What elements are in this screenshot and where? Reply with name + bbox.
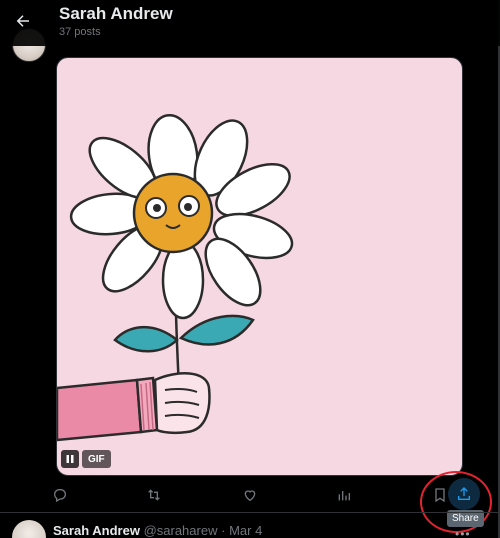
repost-button[interactable] — [143, 484, 165, 506]
repost-icon — [148, 489, 160, 501]
profile-name: Sarah Andrew — [59, 4, 173, 23]
views-button[interactable] — [333, 484, 355, 506]
reply-button[interactable] — [49, 484, 71, 506]
back-button[interactable] — [8, 6, 38, 36]
post-date[interactable]: Mar 4 — [229, 523, 262, 538]
pause-button[interactable] — [61, 450, 79, 468]
post-divider — [0, 512, 498, 513]
daisy-illustration — [57, 113, 294, 442]
like-button[interactable] — [239, 484, 261, 506]
author-name[interactable]: Sarah Andrew — [53, 523, 140, 538]
next-post-header: Sarah Andrew @saraharew · Mar 4 — [53, 523, 262, 538]
pause-icon — [66, 455, 74, 463]
heart-icon — [244, 490, 256, 502]
arrow-left-icon — [16, 15, 29, 27]
meta-separator: · — [221, 523, 226, 538]
more-options-button[interactable]: ••• — [455, 527, 471, 538]
gif-badge: GIF — [61, 450, 111, 468]
profile-header: Sarah Andrew 37 posts — [0, 0, 500, 46]
avatar[interactable] — [12, 520, 46, 538]
gif-media[interactable] — [56, 57, 463, 476]
reply-icon — [54, 489, 66, 503]
author-handle[interactable]: @saraharew — [144, 523, 218, 538]
post-count: 37 posts — [59, 26, 101, 38]
gif-label: GIF — [82, 450, 111, 468]
bar-chart-icon — [338, 491, 350, 501]
